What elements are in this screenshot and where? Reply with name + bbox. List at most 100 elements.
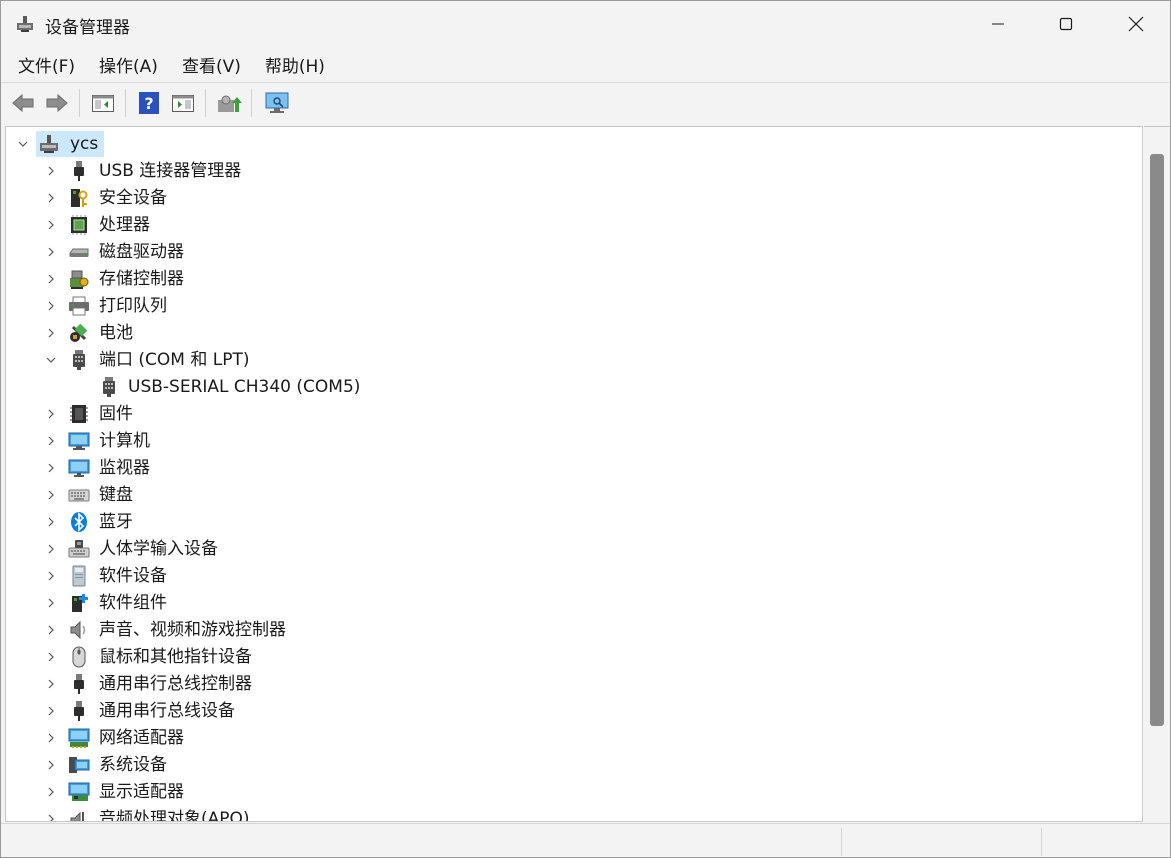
- expand-toggle[interactable]: [44, 785, 58, 799]
- tree-category-item[interactable]: 声音、视频和游戏控制器: [6, 616, 1142, 643]
- tree-item-label: USB-SERIAL CH340 (COM5): [128, 377, 361, 397]
- chevron-right-icon: [48, 166, 54, 176]
- scrollbar-thumb[interactable]: [1150, 154, 1164, 726]
- device-tree[interactable]: ycs USB 连接器管理器 安全设备 处理器 磁盘驱动器 存储控制器打印队列电池端口 (…: [5, 126, 1143, 822]
- chevron-right-icon: [48, 706, 54, 716]
- tree-category-item[interactable]: 打印队列: [6, 292, 1142, 319]
- tree-item-label: 打印队列: [99, 296, 167, 316]
- expand-toggle[interactable]: [44, 461, 58, 475]
- menu-file[interactable]: 文件(F): [8, 47, 83, 81]
- chevron-right-icon: [48, 274, 54, 284]
- back-button[interactable]: [9, 89, 37, 117]
- title-bar[interactable]: 设备管理器: [1, 1, 1170, 47]
- software-component-icon: [68, 592, 90, 614]
- expand-toggle[interactable]: [44, 731, 58, 745]
- expand-toggle[interactable]: [44, 191, 58, 205]
- expand-toggle[interactable]: [44, 623, 58, 637]
- expand-toggle[interactable]: [44, 488, 58, 502]
- menu-view[interactable]: 查看(V): [172, 47, 249, 81]
- tree-item-label: 端口 (COM 和 LPT): [99, 350, 250, 370]
- tree-category-item[interactable]: 显示适配器: [6, 778, 1142, 805]
- expand-toggle[interactable]: [44, 569, 58, 583]
- expand-toggle[interactable]: [44, 758, 58, 772]
- port-icon: [98, 376, 120, 398]
- expand-toggle[interactable]: [44, 434, 58, 448]
- tree-category-item[interactable]: 固件: [6, 400, 1142, 427]
- help-icon: ?: [139, 92, 159, 114]
- expand-toggle[interactable]: [44, 245, 58, 259]
- tree-category-item[interactable]: 计算机: [6, 427, 1142, 454]
- tree-category-item[interactable]: 磁盘驱动器: [6, 238, 1142, 265]
- expand-toggle[interactable]: [44, 596, 58, 610]
- scan-hardware-button[interactable]: [263, 89, 291, 117]
- tree-category-item[interactable]: 软件组件: [6, 589, 1142, 616]
- update-driver-button[interactable]: [215, 89, 243, 117]
- expand-toggle[interactable]: [44, 515, 58, 529]
- expand-toggle[interactable]: [44, 812, 58, 821]
- expand-toggle[interactable]: [44, 299, 58, 313]
- minimize-button[interactable]: [963, 1, 1033, 47]
- expand-toggle[interactable]: [44, 650, 58, 664]
- display-adapter-icon: [68, 781, 90, 803]
- expand-toggle[interactable]: [44, 164, 58, 178]
- show-hide-tree-icon: [92, 95, 114, 112]
- menu-help[interactable]: 帮助(H): [255, 47, 333, 81]
- minimize-icon: [992, 23, 1004, 25]
- tree-category-item[interactable]: 存储控制器: [6, 265, 1142, 292]
- properties-button[interactable]: [169, 89, 197, 117]
- expand-toggle[interactable]: [44, 677, 58, 691]
- maximize-button[interactable]: [1031, 1, 1101, 47]
- tree-category-item[interactable]: 网络适配器: [6, 724, 1142, 751]
- show-hide-tree-button[interactable]: [89, 89, 117, 117]
- tree-category-item[interactable]: 通用串行总线控制器: [6, 670, 1142, 697]
- collapse-toggle[interactable]: [44, 353, 58, 367]
- help-button[interactable]: ?: [135, 89, 163, 117]
- back-icon: [12, 93, 34, 113]
- expand-toggle[interactable]: [44, 704, 58, 718]
- processor-icon: [68, 214, 90, 236]
- close-button[interactable]: [1101, 1, 1171, 47]
- tree-category-item[interactable]: 处理器: [6, 211, 1142, 238]
- chevron-right-icon: [48, 220, 54, 230]
- tree-category-item[interactable]: 音频处理对象(APO): [6, 805, 1142, 821]
- tree-category-item[interactable]: 通用串行总线设备: [6, 697, 1142, 724]
- collapse-toggle[interactable]: [16, 137, 30, 151]
- expand-toggle[interactable]: [44, 272, 58, 286]
- tree-item-label: 软件组件: [99, 593, 167, 613]
- tree-category-item[interactable]: 人体学输入设备: [6, 535, 1142, 562]
- expand-toggle[interactable]: [44, 542, 58, 556]
- tree-category-item[interactable]: 监视器: [6, 454, 1142, 481]
- tree-item-label: 固件: [99, 404, 133, 424]
- expand-toggle[interactable]: [44, 218, 58, 232]
- toolbar-separator: [205, 89, 206, 117]
- forward-button[interactable]: [43, 89, 71, 117]
- tree-category-item[interactable]: 电池: [6, 319, 1142, 346]
- tree-root-item[interactable]: ycs: [6, 130, 1142, 157]
- chevron-right-icon: [48, 787, 54, 797]
- vertical-scrollbar[interactable]: [1144, 126, 1170, 822]
- tree-category-item[interactable]: 键盘: [6, 481, 1142, 508]
- tree-device-item[interactable]: USB-SERIAL CH340 (COM5): [6, 373, 1142, 400]
- device-manager-app-icon: [15, 14, 35, 34]
- usb-controller-icon: [68, 673, 90, 695]
- tree-category-item[interactable]: 鼠标和其他指针设备: [6, 643, 1142, 670]
- status-cell: [841, 828, 1041, 856]
- chevron-right-icon: [48, 301, 54, 311]
- bluetooth-icon: [68, 511, 90, 533]
- chevron-right-icon: [48, 760, 54, 770]
- tree-category-item[interactable]: 安全设备: [6, 184, 1142, 211]
- tree-category-item[interactable]: 系统设备: [6, 751, 1142, 778]
- disk-drive-icon: [68, 241, 90, 263]
- tree-category-item[interactable]: 端口 (COM 和 LPT): [6, 346, 1142, 373]
- tree-category-item[interactable]: USB 连接器管理器: [6, 157, 1142, 184]
- computer-icon: [68, 430, 90, 452]
- expand-toggle[interactable]: [44, 407, 58, 421]
- chevron-right-icon: [48, 598, 54, 608]
- audio-processing-icon: [68, 808, 90, 821]
- chevron-right-icon: [48, 679, 54, 689]
- tree-item-label: 通用串行总线控制器: [99, 674, 252, 694]
- menu-action[interactable]: 操作(A): [89, 47, 166, 81]
- tree-category-item[interactable]: 软件设备: [6, 562, 1142, 589]
- expand-toggle[interactable]: [44, 326, 58, 340]
- tree-category-item[interactable]: 蓝牙: [6, 508, 1142, 535]
